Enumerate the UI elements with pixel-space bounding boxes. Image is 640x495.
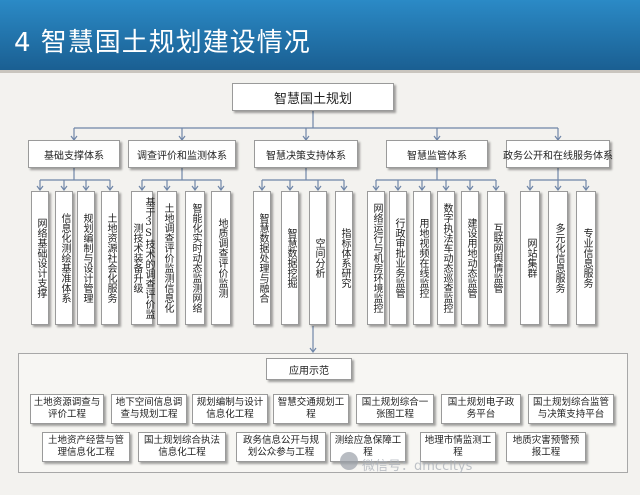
category-3-item: 指标体系研究 <box>335 191 353 325</box>
category-2-item: 智能化实时动态监测网络 <box>185 191 205 325</box>
application-1: 土地资源调查与评价工程 <box>30 394 104 424</box>
applications-label: 应用示范 <box>266 358 352 380</box>
application-7: 国土规划综合监管与决策支持平台 <box>528 394 614 424</box>
category-2-item: 土地调查评价监测信息化 <box>157 191 177 325</box>
category-2-item: 地质调查评价监测 <box>211 191 231 325</box>
application-13: 地质灾害预警预报工程 <box>506 432 586 462</box>
category-4-item: 用地视频在线监控 <box>413 191 431 325</box>
application-3: 规划编制与设计信息化工程 <box>192 394 268 424</box>
category-5-item: 网站集群 <box>520 191 540 325</box>
category-2: 调查评价和监测体系 <box>128 140 236 168</box>
application-5: 国土规划综合一张图工程 <box>356 394 434 424</box>
watermark: 微信号：dmccitys <box>362 459 473 474</box>
slide: 4 智慧国土规划建设情况 智慧国土规划 基础支撑体系 网络基础设计支撑 信息化测绘基… <box>0 0 640 495</box>
category-4-item: 行政审批业务监管 <box>389 191 407 325</box>
category-1: 基础支撑体系 <box>28 140 120 168</box>
application-8: 土地资产经营与管理信息化工程 <box>42 432 130 462</box>
root-node: 智慧国土规划 <box>232 83 394 111</box>
application-10: 政务信息公开与规划公众参与工程 <box>236 432 326 462</box>
category-5: 政务公开和在线服务体系 <box>503 140 613 168</box>
application-2: 地下空间信息调查与规划工程 <box>111 394 187 424</box>
category-3-item: 空间分析 <box>309 191 327 325</box>
wechat-logo-icon <box>340 452 358 470</box>
category-1-item: 网络基础设计支撑 <box>31 191 49 325</box>
category-3: 智慧决策支持体系 <box>254 140 358 168</box>
category-1-item: 土地资源社会化服务 <box>101 191 119 325</box>
application-6: 国土规划电子政务平台 <box>441 394 521 424</box>
category-4-item: 建设用地动态监管 <box>461 191 479 325</box>
category-5-item: 多元化信息服务 <box>548 191 568 325</box>
category-1-item: 规划编制与设计管理 <box>77 191 95 325</box>
category-4: 智慧监管体系 <box>386 140 488 168</box>
category-4-item: 数字执法车动态巡查监控 <box>437 191 455 325</box>
category-4-item: 网络运行与机房环境监控 <box>367 191 385 325</box>
category-4-item: 互联网舆情监管 <box>487 191 505 325</box>
category-3-item: 智慧数据挖掘 <box>281 191 299 325</box>
application-4: 智慧交通规划工程 <box>273 394 349 424</box>
category-3-item: 智慧数据处理与融合 <box>253 191 271 325</box>
category-2-item: 基于3S技术的调查评价监测技术装备升级 <box>131 191 154 325</box>
application-9: 国土规划综合执法信息化工程 <box>138 432 226 462</box>
category-1-item: 信息化测绘基准体系 <box>55 191 73 325</box>
category-5-item: 专业信息服务 <box>576 191 596 325</box>
